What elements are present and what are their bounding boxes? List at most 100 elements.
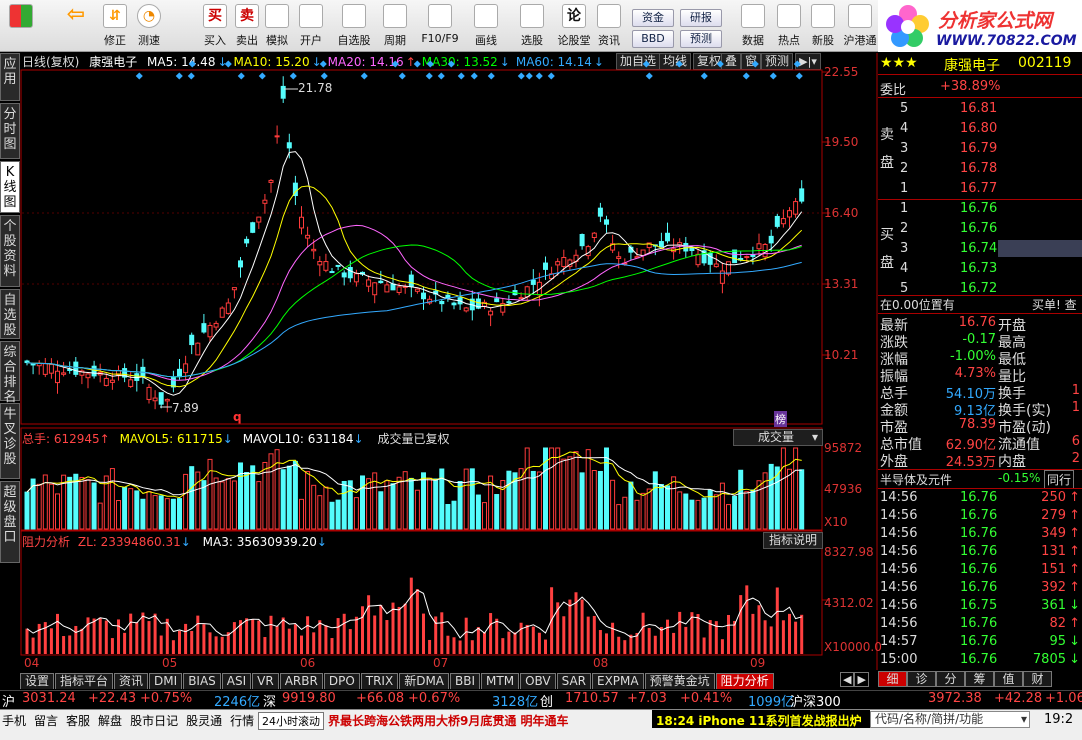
news-ticker[interactable]: 界最长跨海公铁两用大桥9月底贯通 明年通车 bbox=[328, 712, 569, 729]
quote-tab[interactable]: 财 bbox=[1023, 671, 1052, 687]
side-tab-7[interactable]: 超级盘口 bbox=[0, 481, 20, 563]
indicator-tab[interactable]: 新DMA bbox=[399, 673, 450, 689]
buy-price[interactable]: 16.73 bbox=[960, 261, 997, 276]
period-label[interactable]: 日线(复权) bbox=[22, 55, 79, 69]
indicator-tab[interactable]: DMI bbox=[149, 673, 183, 689]
side-tab-2[interactable]: K线图 bbox=[0, 161, 20, 213]
chevron-down-icon[interactable]: ▾ bbox=[1021, 712, 1027, 727]
indicator-tab[interactable]: TRIX bbox=[360, 673, 399, 689]
indicator-tab[interactable]: OBV bbox=[520, 673, 556, 689]
indicator-tab[interactable]: ARBR bbox=[279, 673, 323, 689]
quote-tab[interactable]: 分 bbox=[936, 671, 965, 687]
quote-tab[interactable]: 诊 bbox=[907, 671, 936, 687]
back-arrow-button[interactable]: ⇦ bbox=[58, 4, 94, 50]
sz-index[interactable]: 9919.80 bbox=[282, 691, 336, 706]
side-tab-4[interactable]: 自选股 bbox=[0, 289, 20, 339]
indicator-tab[interactable]: BBI bbox=[450, 673, 481, 689]
indicator-name[interactable]: 阻力分析 bbox=[22, 535, 70, 549]
quote-tab[interactable]: 筹 bbox=[965, 671, 994, 687]
side-tab-6[interactable]: 牛叉诊股 bbox=[0, 403, 20, 479]
side-tab-1[interactable]: 分时图 bbox=[0, 103, 20, 159]
chart-option-button[interactable]: 窗 bbox=[741, 53, 762, 70]
side-tab-5[interactable]: 综合排名 bbox=[0, 341, 20, 405]
up-down-button[interactable]: ⇵ 修正 bbox=[100, 4, 130, 50]
indicator-tab[interactable]: EXPMA bbox=[592, 673, 644, 689]
buy-hint[interactable]: 买单! 查 bbox=[1032, 296, 1077, 313]
research-button[interactable]: 研报 bbox=[680, 9, 722, 27]
forecast-button[interactable]: 预测 bbox=[680, 30, 722, 48]
status-item[interactable]: 留言 bbox=[34, 714, 58, 728]
status-item[interactable]: 手机 bbox=[2, 714, 26, 728]
news-button[interactable]: 资讯 bbox=[594, 4, 624, 50]
sell-price[interactable]: 16.81 bbox=[960, 101, 997, 116]
cy-index[interactable]: 1710.57 bbox=[565, 691, 619, 706]
hammer-button[interactable]: 模拟 bbox=[262, 4, 292, 50]
hs300-index[interactable]: 3972.38 bbox=[928, 691, 982, 706]
rank-marker[interactable]: 榜 bbox=[774, 411, 787, 427]
indicator-tab[interactable]: 资讯 bbox=[114, 673, 149, 689]
chart-option-button[interactable]: 加自选 bbox=[616, 53, 661, 70]
forum-button[interactable]: 论论股堂 bbox=[556, 4, 592, 50]
sell-button[interactable]: 卖卖出 bbox=[232, 4, 262, 50]
chart-option-button[interactable]: 均线 bbox=[659, 53, 692, 70]
indicator-tab[interactable]: 指标平台 bbox=[55, 673, 114, 689]
chart-menu-button[interactable]: ▶|▾ bbox=[795, 53, 821, 70]
quote-tab[interactable]: 细 bbox=[878, 671, 907, 687]
hk-connect-button[interactable]: 沪港通 bbox=[842, 4, 878, 50]
indicator-tab[interactable]: ASI bbox=[221, 673, 252, 689]
indicator-tab[interactable]: SAR bbox=[556, 673, 591, 689]
side-tab-0[interactable]: 应用 bbox=[0, 53, 20, 101]
ipo-button[interactable]: 新股 bbox=[808, 4, 838, 50]
indicator-tab[interactable]: 设置 bbox=[20, 673, 55, 689]
arrow-right-icon[interactable]: ▶ bbox=[854, 672, 869, 687]
star-button[interactable]: 自选股 bbox=[334, 4, 374, 50]
speed-button[interactable]: ◔ 测速 bbox=[134, 4, 164, 50]
buy-price[interactable]: 16.74 bbox=[960, 241, 997, 256]
buy-price[interactable]: 16.72 bbox=[960, 281, 997, 296]
data-button[interactable]: 数据 bbox=[738, 4, 768, 50]
side-tab-3[interactable]: 个股资料 bbox=[0, 215, 20, 287]
quote-stock-code[interactable]: 002119 bbox=[1018, 55, 1071, 71]
lock-button[interactable]: 开户 bbox=[296, 4, 326, 50]
hot-button[interactable]: 热点 bbox=[774, 4, 804, 50]
sector-name[interactable]: 半导体及元件 bbox=[880, 471, 952, 488]
search-input[interactable]: 代码/名称/简拼/功能 ▾ bbox=[870, 711, 1030, 728]
status-item[interactable]: 股灵通 bbox=[186, 714, 222, 728]
buy-price[interactable]: 16.76 bbox=[960, 201, 997, 216]
indicator-tab[interactable]: 阻力分析 bbox=[715, 673, 774, 689]
fund-button[interactable]: 资金 bbox=[632, 9, 674, 27]
tab-scroll[interactable]: ◀ ▶ bbox=[840, 672, 876, 689]
status-item[interactable]: 解盘 bbox=[98, 714, 122, 728]
chart-option-button[interactable]: 叠 bbox=[721, 53, 742, 70]
sector-peer-button[interactable]: 同行 bbox=[1044, 470, 1075, 489]
arrow-left-icon[interactable]: ◀ bbox=[840, 672, 855, 687]
status-item[interactable]: 股市日记 bbox=[130, 714, 178, 728]
news-scroll-button[interactable]: 24小时滚动 bbox=[258, 712, 324, 730]
indicator-help-button[interactable]: 指标说明 bbox=[763, 532, 823, 549]
indicator-tab[interactable]: DPO bbox=[323, 673, 360, 689]
sell-price[interactable]: 16.79 bbox=[960, 141, 997, 156]
quote-stock-name[interactable]: 康强电子 bbox=[944, 55, 1000, 75]
chart-option-button[interactable]: 预测 bbox=[761, 53, 794, 70]
buy-price[interactable]: 16.76 bbox=[960, 221, 997, 236]
select-button[interactable]: 选股 bbox=[512, 4, 552, 50]
sell-price[interactable]: 16.78 bbox=[960, 161, 997, 176]
sh-index[interactable]: 3031.24 bbox=[22, 691, 76, 706]
sell-price[interactable]: 16.80 bbox=[960, 121, 997, 136]
windows-grid-button[interactable] bbox=[6, 4, 36, 50]
period-button[interactable]: 周期 bbox=[378, 4, 412, 50]
indicator-tab[interactable]: VR bbox=[252, 673, 279, 689]
bbd-button[interactable]: BBD bbox=[632, 30, 674, 48]
indicator-tab[interactable]: BIAS bbox=[183, 673, 221, 689]
f10-button[interactable]: F10/F9 bbox=[420, 4, 460, 50]
quote-tab[interactable]: 值 bbox=[994, 671, 1023, 687]
buy-button[interactable]: 买买入 bbox=[200, 4, 230, 50]
volume-indicator-select[interactable]: 成交量 ▾ bbox=[733, 429, 823, 446]
indicator-tab[interactable]: 预警黄金坑 bbox=[644, 673, 715, 689]
indicator-tab[interactable]: MTM bbox=[481, 673, 520, 689]
pen-button[interactable]: 画线 bbox=[466, 4, 506, 50]
status-item[interactable]: 客服 bbox=[66, 714, 90, 728]
sell-price[interactable]: 16.77 bbox=[960, 181, 997, 196]
status-item[interactable]: 行情 bbox=[230, 714, 254, 728]
news-ticker-2[interactable]: 18:24 iPhone 11系列首发战报出炉 bbox=[656, 712, 862, 729]
